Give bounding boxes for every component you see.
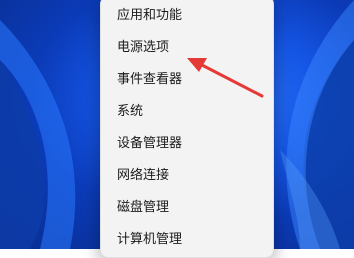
menu-item-system[interactable]: 系统 (117, 101, 143, 123)
menu-item-disk-management[interactable]: 磁盘管理 (117, 197, 169, 219)
menu-item-apps-features[interactable]: 应用和功能 (117, 5, 182, 27)
menu-item-event-viewer[interactable]: 事件查看器 (117, 69, 182, 91)
menu-item-computer-management[interactable]: 计算机管理 (117, 229, 182, 251)
menu-item-power-options[interactable]: 电源选项 (117, 37, 169, 59)
menu-item-network-connections[interactable]: 网络连接 (117, 165, 169, 187)
menu-item-device-manager[interactable]: 设备管理器 (117, 133, 182, 155)
context-menu: 应用和功能 电源选项 事件查看器 系统 设备管理器 网络连接 磁盘管理 计算机管… (100, 0, 274, 258)
